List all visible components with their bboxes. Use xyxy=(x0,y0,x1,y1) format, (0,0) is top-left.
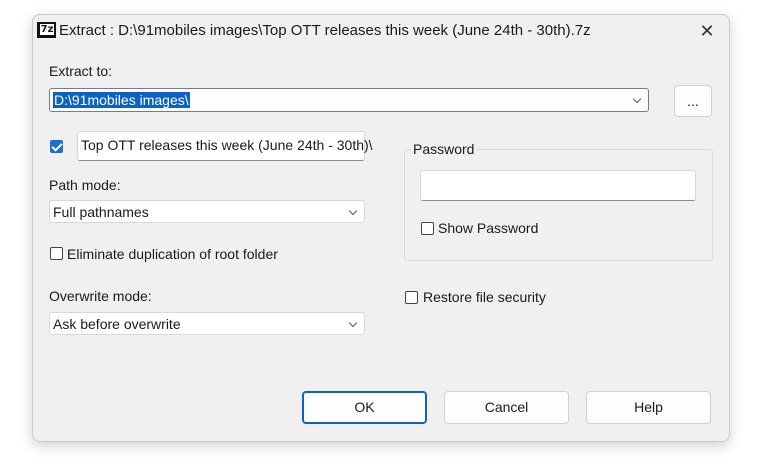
overwrite-mode-label: Overwrite mode: xyxy=(49,288,152,304)
browse-button[interactable]: ... xyxy=(674,85,712,117)
extract-to-label: Extract to: xyxy=(49,63,113,79)
restore-security-label[interactable]: Restore file security xyxy=(423,289,546,305)
password-field[interactable] xyxy=(420,170,696,201)
title-bar: 7z Extract : D:\91mobiles images\Top OTT… xyxy=(33,15,729,49)
password-group-label: Password xyxy=(411,141,477,157)
ok-button[interactable]: OK xyxy=(302,391,427,424)
chevron-down-icon[interactable] xyxy=(348,206,358,216)
7zip-app-icon: 7z xyxy=(37,22,56,38)
path-mode-label: Path mode: xyxy=(49,177,121,193)
overwrite-mode-dropdown[interactable]: Ask before overwrite xyxy=(49,312,365,335)
password-group xyxy=(404,149,713,261)
extract-to-value: D:\91mobiles images\ xyxy=(53,92,190,108)
overwrite-mode-value: Ask before overwrite xyxy=(53,316,181,332)
chevron-down-icon[interactable] xyxy=(632,94,642,104)
subfolder-name-value: Top OTT releases this week (June 24th - … xyxy=(81,137,373,153)
chevron-down-icon[interactable] xyxy=(348,318,358,328)
extract-dialog: 7z Extract : D:\91mobiles images\Top OTT… xyxy=(32,14,730,442)
eliminate-duplication-label[interactable]: Eliminate duplication of root folder xyxy=(67,246,278,262)
subfolder-name-field[interactable]: Top OTT releases this week (June 24th - … xyxy=(77,131,373,161)
path-mode-dropdown[interactable]: Full pathnames xyxy=(49,200,365,223)
eliminate-duplication-checkbox[interactable] xyxy=(50,247,63,260)
restore-security-checkbox[interactable] xyxy=(405,291,418,304)
close-icon[interactable]: ✕ xyxy=(693,18,721,44)
cancel-button[interactable]: Cancel xyxy=(444,391,569,424)
help-button[interactable]: Help xyxy=(586,391,711,424)
path-mode-value: Full pathnames xyxy=(53,204,149,220)
show-password-checkbox[interactable] xyxy=(421,222,434,235)
subfolder-checkbox[interactable] xyxy=(50,140,63,153)
extract-to-combobox[interactable]: D:\91mobiles images\ xyxy=(49,88,649,112)
window-title: Extract : D:\91mobiles images\Top OTT re… xyxy=(59,22,591,39)
show-password-label[interactable]: Show Password xyxy=(438,220,538,236)
